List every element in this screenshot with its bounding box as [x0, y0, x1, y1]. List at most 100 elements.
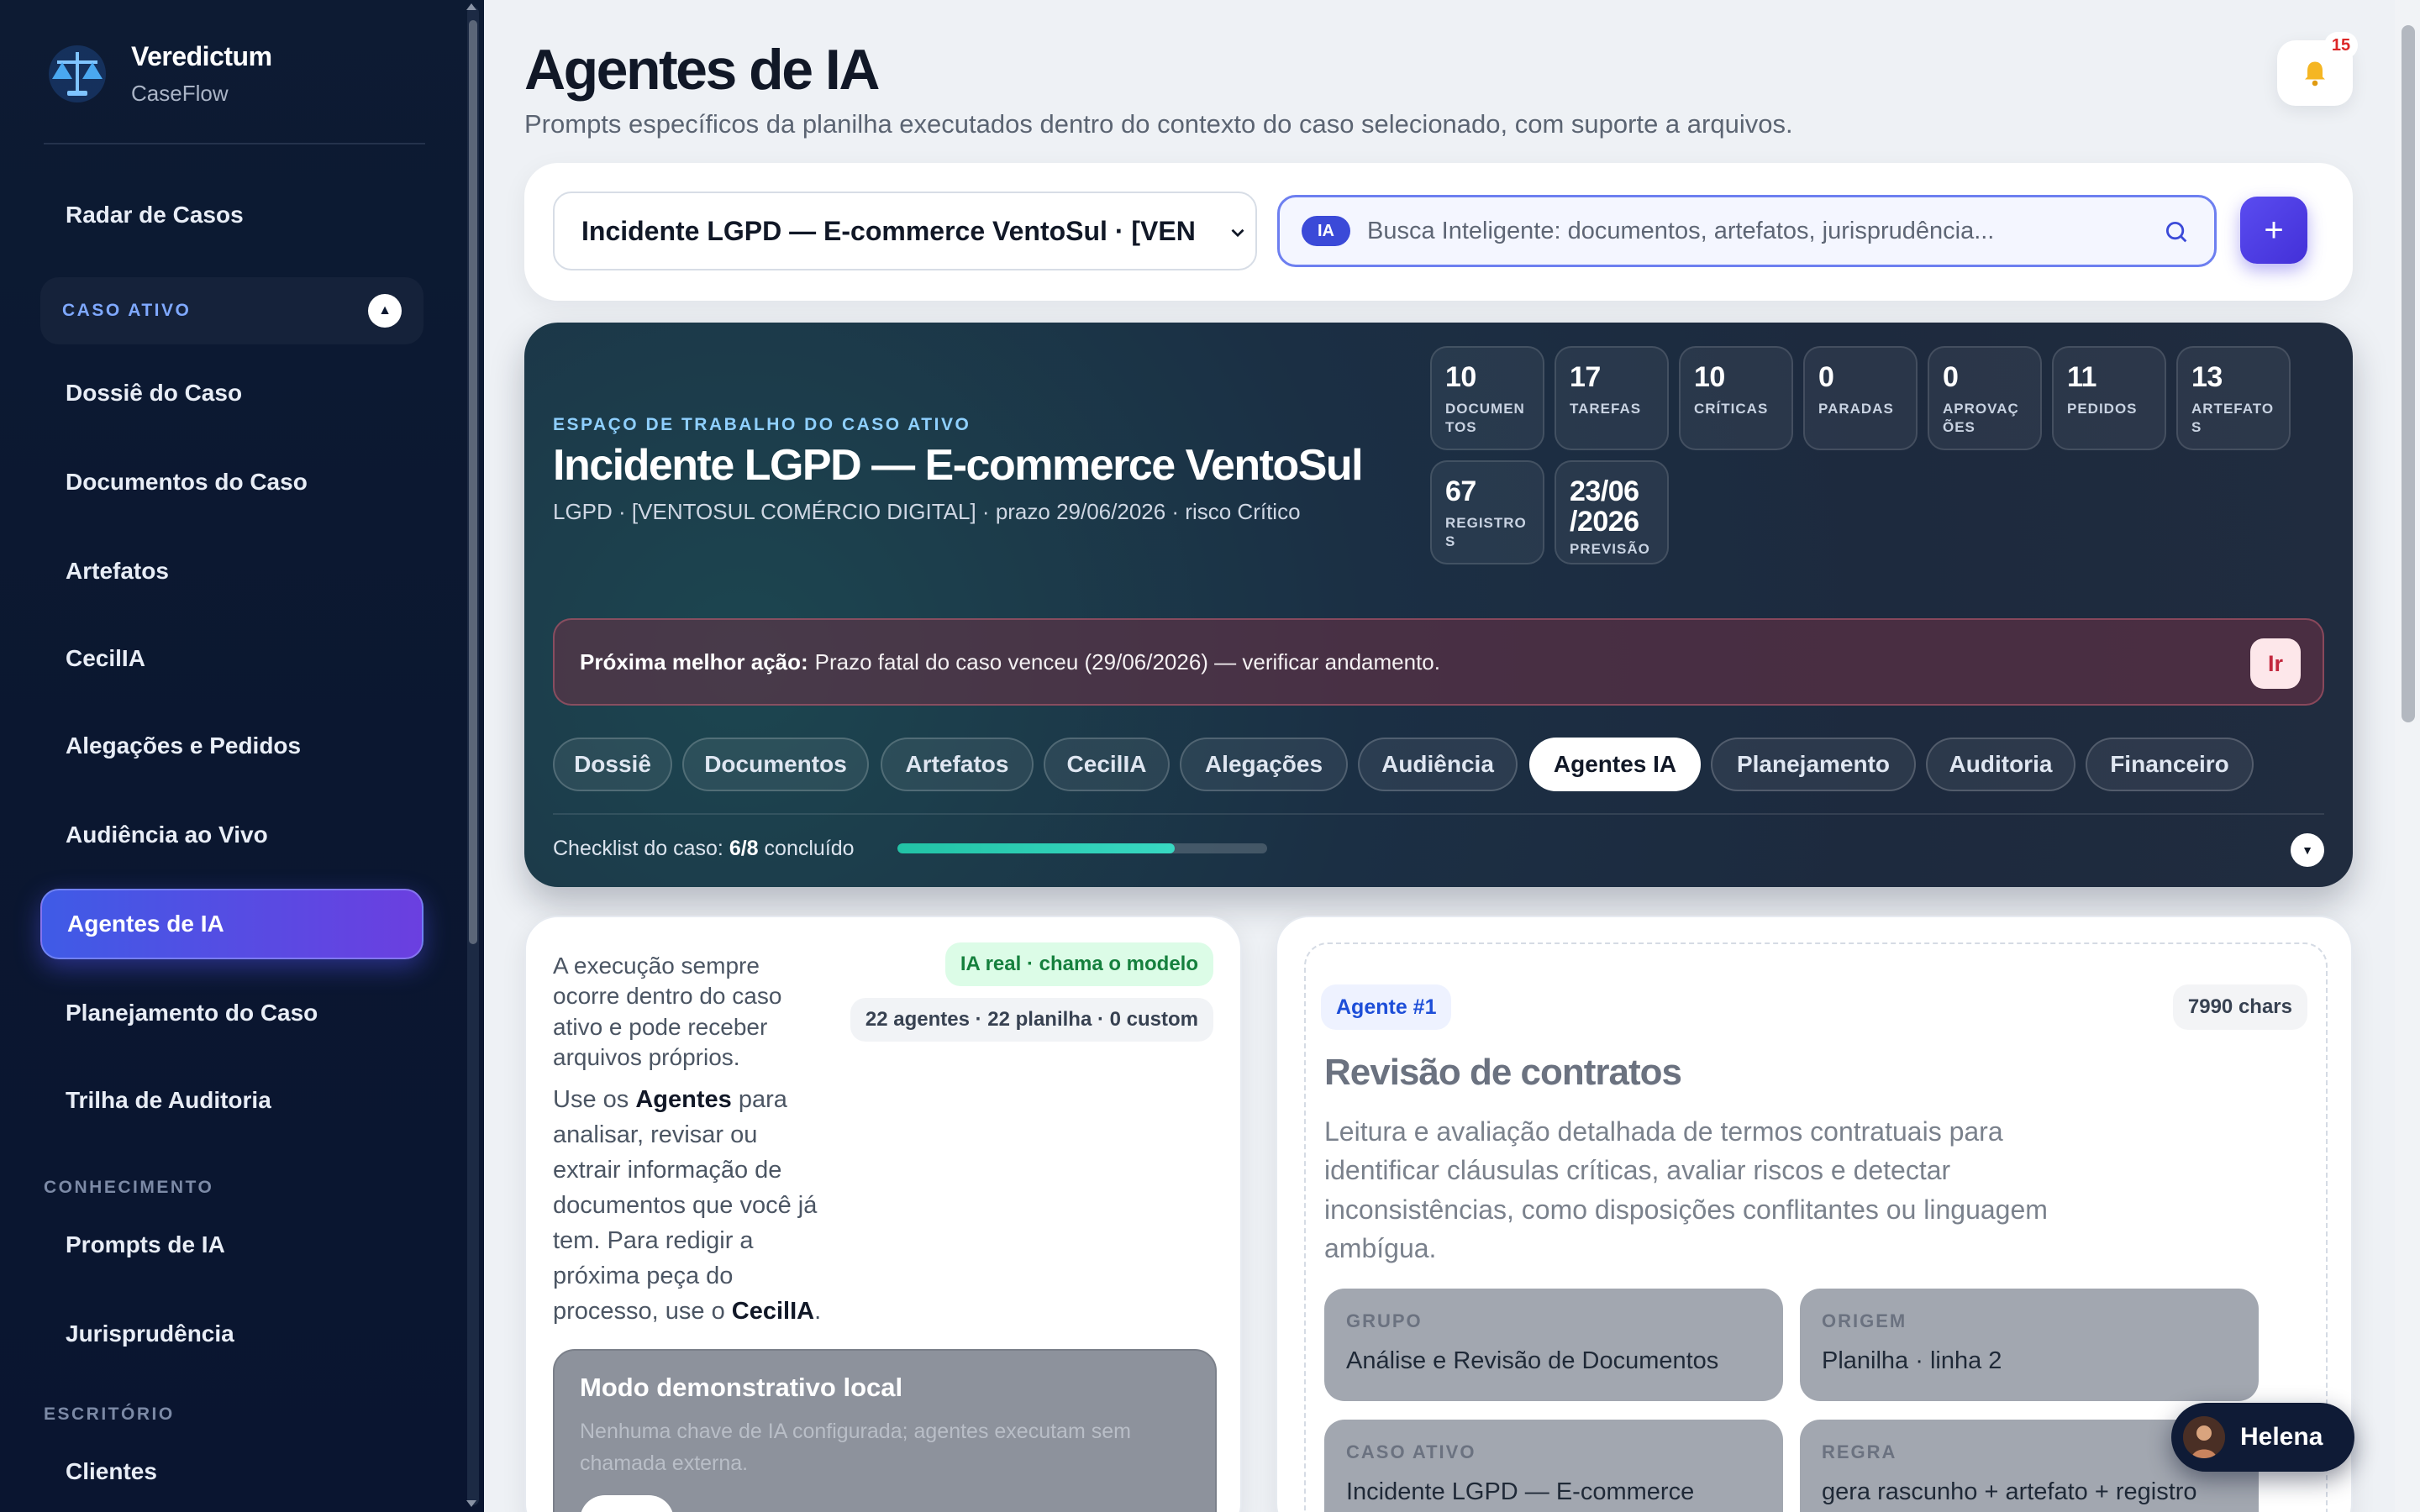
page-scrollbar-thumb[interactable]	[2402, 25, 2415, 722]
section-knowledge: CONHECIMENTO	[44, 1178, 214, 1197]
stat-value: 10	[1445, 361, 1476, 393]
case-select-value: Incidente LGPD — E-commerce VentoSul · […	[581, 215, 1195, 246]
sidebar-divider	[44, 143, 425, 144]
sidebar-item-audiencia[interactable]: Audiência ao Vivo	[40, 800, 424, 870]
stat-previsao[interactable]: 23/06 /2026 PREVISÃO	[1555, 460, 1669, 564]
agent-case-box: CASO ATIVO Incidente LGPD — E-commerce	[1324, 1420, 1783, 1512]
checklist-progress-fill	[897, 843, 1175, 853]
sidebar-item-agentes[interactable]: Agentes de IA	[40, 889, 424, 959]
assistant-chat-button[interactable]: Helena	[2171, 1403, 2354, 1472]
sidebar-item-radar[interactable]: Radar de Casos	[40, 180, 424, 250]
add-button[interactable]: +	[2240, 197, 2307, 264]
stat-tarefas[interactable]: 17 TAREFAS	[1555, 346, 1669, 450]
next-action-label: Próxima melhor ação:	[580, 648, 808, 675]
info-body-agents: Agentes	[635, 1086, 732, 1113]
checklist-progress-bar	[897, 843, 1267, 853]
case-workspace-hero: ESPAÇO DE TRABALHO DO CASO ATIVO Inciden…	[524, 323, 2353, 887]
search-input[interactable]	[1367, 217, 2140, 245]
stat-paradas[interactable]: 0 PARADAS	[1803, 346, 1918, 450]
meta-label: CASO ATIVO	[1346, 1441, 1476, 1462]
stat-value: 0	[1818, 361, 1834, 393]
brand[interactable]: Veredictum CaseFlow	[44, 40, 272, 108]
search-icon[interactable]	[2162, 218, 2191, 246]
stat-pedidos[interactable]: 11 PEDIDOS	[2052, 346, 2166, 450]
checklist-value: 6/8	[729, 837, 759, 860]
sidebar-item-dossie[interactable]: Dossiê do Caso	[40, 358, 424, 428]
tab-auditoria[interactable]: Auditoria	[1926, 738, 2075, 791]
hero-divider	[553, 813, 2324, 815]
assistant-name: Helena	[2240, 1423, 2323, 1451]
hero-meta: LGPD · [VENTOSUL COMÉRCIO DIGITAL] · pra…	[553, 499, 1301, 524]
stat-label: APROVAÇÕES	[1943, 400, 2019, 435]
demo-title: Modo demonstrativo local	[580, 1373, 903, 1402]
stat-aprovacoes[interactable]: 0 APROVAÇÕES	[1928, 346, 2042, 450]
hero-title: Incidente LGPD — E-commerce VentoSul	[553, 441, 1364, 490]
tab-agentes-ia[interactable]: Agentes IA	[1529, 738, 1701, 791]
agent-chars-badge: 7990 chars	[2172, 984, 2307, 1030]
tab-cecilia[interactable]: CecilIA	[1044, 738, 1170, 791]
stat-value: 0	[1943, 361, 1959, 393]
info-body-part1: Use os	[553, 1086, 629, 1113]
active-case-section[interactable]: CASO ATIVO ▲	[40, 277, 424, 344]
sidebar-item-auditoria[interactable]: Trilha de Auditoria	[40, 1065, 424, 1136]
assistant-avatar	[2183, 1416, 2225, 1458]
sidebar-item-cecilia[interactable]: CecilIA	[40, 623, 424, 694]
scroll-down-arrow-icon[interactable]	[466, 1500, 476, 1507]
agent-group-box: GRUPO Análise e Revisão de Documentos	[1324, 1289, 1783, 1401]
tab-alegacoes[interactable]: Alegações	[1180, 738, 1348, 791]
meta-value: Análise e Revisão de Documentos	[1346, 1347, 1719, 1374]
brand-subtitle: CaseFlow	[131, 81, 229, 106]
page-scrollbar[interactable]	[2395, 0, 2420, 1512]
go-button[interactable]: Ir	[2250, 638, 2301, 689]
bell-icon	[2305, 61, 2325, 87]
stat-documentos[interactable]: 10 DOCUMENTOS	[1430, 346, 1544, 450]
agent-description: Leitura e avaliação detalhada de termos …	[1324, 1116, 2048, 1264]
sidebar-item-artefatos[interactable]: Artefatos	[40, 536, 424, 606]
section-office: ESCRITÓRIO	[44, 1404, 175, 1424]
notification-count-badge: 15	[2324, 32, 2358, 59]
stat-label: TAREFAS	[1570, 400, 1642, 417]
collapse-up-icon[interactable]: ▲	[368, 294, 402, 328]
agents-info-card: A execução sempre ocorre dentro do caso …	[524, 916, 1242, 1512]
stat-label: DOCUMENTOS	[1445, 400, 1525, 435]
stat-criticas[interactable]: 10 CRÍTICAS	[1679, 346, 1793, 450]
stat-registros[interactable]: 67 REGISTROS	[1430, 460, 1544, 564]
agent-title: Revisão de contratos	[1324, 1052, 1682, 1093]
notifications-button[interactable]: 15	[2277, 32, 2358, 106]
expand-down-icon[interactable]: ▼	[2291, 833, 2324, 867]
info-intro: A execução sempre ocorre dentro do caso …	[553, 953, 782, 1071]
info-body-part3: .	[814, 1298, 822, 1326]
sidebar-scrollbar-thumb[interactable]	[469, 20, 477, 944]
case-select[interactable]: Incidente LGPD — E-commerce VentoSul · […	[553, 192, 1257, 270]
stat-value: 17	[1570, 361, 1601, 393]
stat-label: PEDIDOS	[2067, 400, 2138, 417]
stat-label: CRÍTICAS	[1694, 400, 1769, 417]
sidebar-item-alegacoes[interactable]: Alegações e Pedidos	[40, 711, 424, 781]
demo-action-button[interactable]	[580, 1495, 674, 1512]
stat-label: REGISTROS	[1445, 514, 1527, 549]
page-title: Agentes de IA	[524, 38, 880, 102]
tab-audiencia[interactable]: Audiência	[1358, 738, 1518, 791]
tab-financeiro[interactable]: Financeiro	[2086, 738, 2254, 791]
sidebar-item-jurisprudencia[interactable]: Jurisprudência	[40, 1299, 424, 1369]
checklist: Checklist do caso: 6/8 concluído	[553, 837, 855, 861]
sidebar-item-planejamento[interactable]: Planejamento do Caso	[40, 978, 424, 1048]
sidebar-item-clientes[interactable]: Clientes	[40, 1436, 424, 1507]
demo-mode-box: Modo demonstrativo local Nenhuma chave d…	[553, 1349, 1217, 1512]
scroll-up-arrow-icon[interactable]	[466, 3, 476, 10]
tab-planejamento[interactable]: Planejamento	[1711, 738, 1916, 791]
stat-value: 11	[2067, 361, 2096, 393]
stat-artefatos[interactable]: 13 ARTEFATOS	[2176, 346, 2291, 450]
page-subtitle: Prompts específicos da planilha executad…	[524, 109, 1793, 139]
active-case-label: CASO ATIVO	[62, 301, 192, 320]
sidebar-scrollbar[interactable]	[467, 7, 479, 1505]
demo-text: Nenhuma chave de IA configurada; agentes…	[580, 1420, 1131, 1475]
sidebar-item-documentos[interactable]: Documentos do Caso	[40, 447, 424, 517]
sidebar-item-prompts[interactable]: Prompts de IA	[40, 1210, 424, 1280]
tab-dossie[interactable]: Dossiê	[553, 738, 672, 791]
tab-documentos[interactable]: Documentos	[682, 738, 869, 791]
checklist-suffix: concluído	[764, 837, 855, 860]
smart-search[interactable]: IA	[1277, 195, 2217, 267]
tab-artefatos[interactable]: Artefatos	[881, 738, 1034, 791]
meta-label: GRUPO	[1346, 1310, 1423, 1331]
